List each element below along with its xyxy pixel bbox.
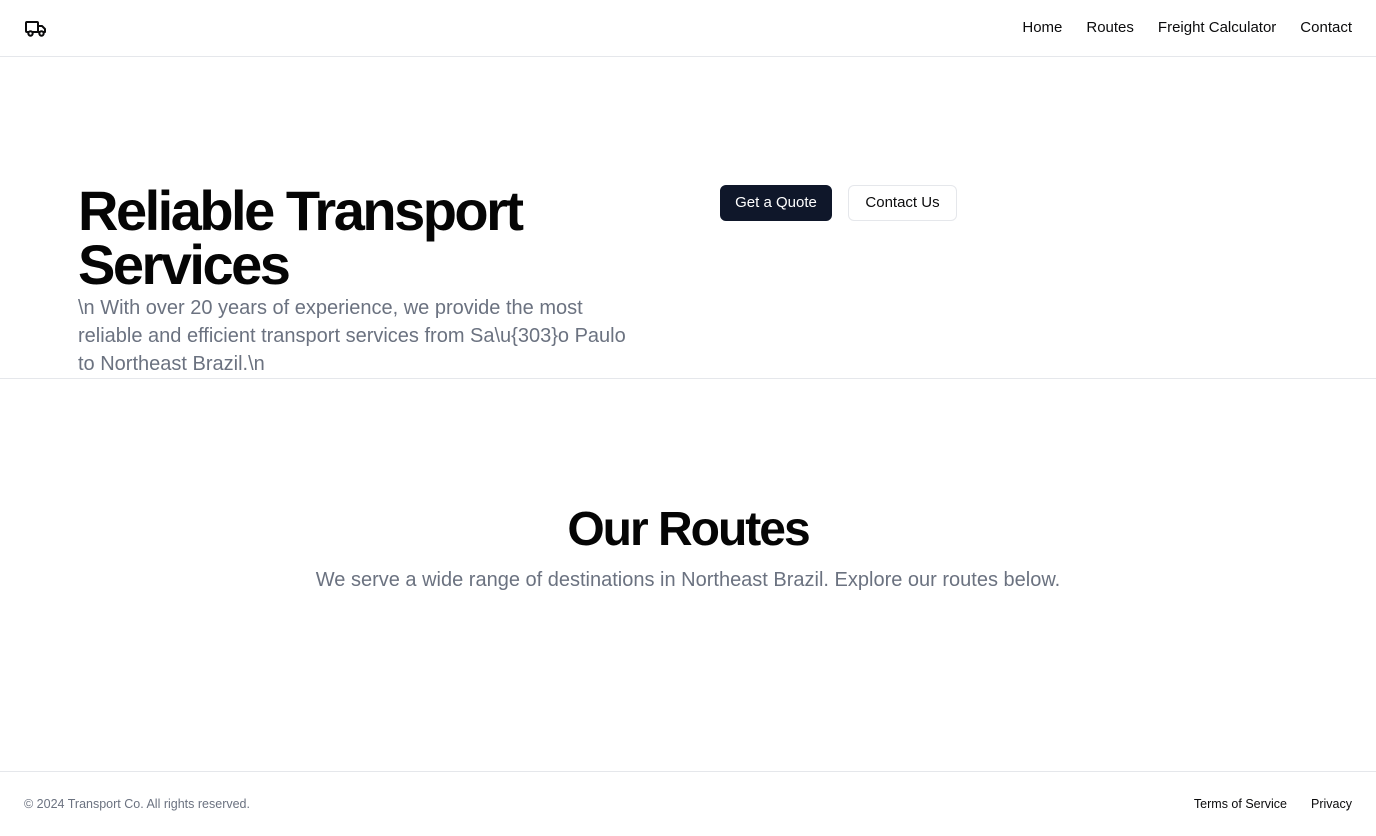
privacy-link[interactable]: Privacy: [1311, 796, 1352, 812]
routes-subtitle: We serve a wide range of destinations in…: [315, 569, 1061, 591]
terms-of-service-link[interactable]: Terms of Service: [1194, 796, 1287, 812]
site-header: Home Routes Freight Calculator Contact: [0, 0, 1376, 57]
contact-us-button[interactable]: Contact Us: [848, 185, 957, 221]
site-footer: © 2024 Transport Co. All rights reserved…: [0, 771, 1376, 836]
footer-links: Terms of Service Privacy: [1194, 796, 1352, 812]
get-quote-button[interactable]: Get a Quote: [720, 185, 832, 221]
hero-subtitle: \n With over 20 years of experience, we …: [78, 297, 626, 375]
copyright-text: © 2024 Transport Co. All rights reserved…: [24, 797, 250, 811]
main-nav: Home Routes Freight Calculator Contact: [1022, 18, 1352, 38]
truck-icon[interactable]: [24, 18, 48, 38]
nav-link-contact[interactable]: Contact: [1300, 18, 1352, 38]
nav-link-freight-calculator[interactable]: Freight Calculator: [1158, 18, 1276, 38]
nav-link-routes[interactable]: Routes: [1086, 18, 1134, 38]
routes-title: Our Routes: [567, 503, 810, 556]
hero-title: Reliable Transport Services: [78, 179, 524, 296]
nav-link-home[interactable]: Home: [1022, 18, 1062, 38]
hero-section: Reliable Transport Services \n With over…: [0, 57, 1376, 379]
